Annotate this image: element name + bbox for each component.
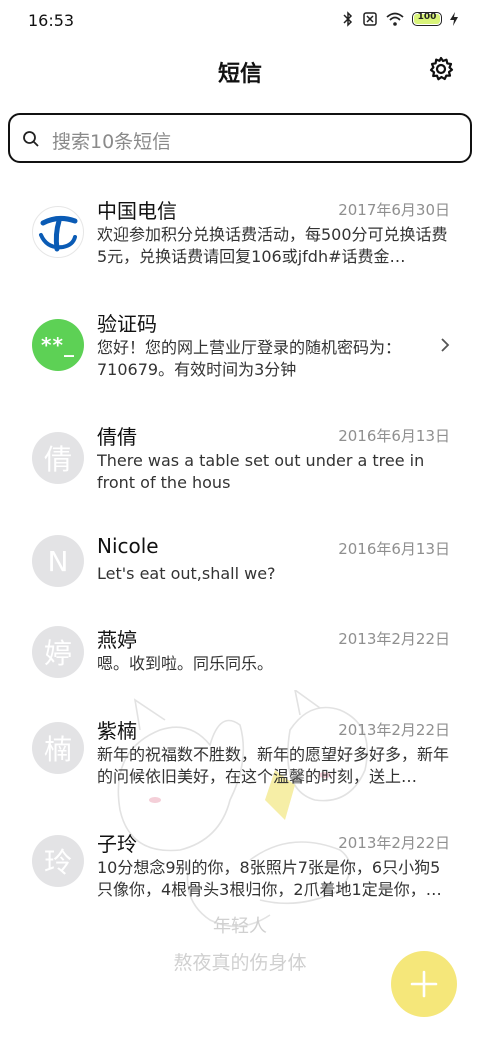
charging-icon [450, 12, 458, 26]
message-preview: 10分想念9别的你，8张照片7张是你，6只小狗5只像你，4根骨头3根归你，2爪着… [97, 858, 442, 899]
list-item[interactable]: N Nicole 2016年6月13日 Let's eat out,shall … [0, 517, 480, 603]
status-icons: 100 [342, 11, 458, 27]
avatar-verification: **_ [32, 319, 84, 371]
new-message-button[interactable] [391, 951, 457, 1017]
message-preview: 新年的祝福数不胜数，新年的愿望好多好多，新年的问候依旧美好，在这个温馨的时刻，送… [97, 745, 449, 786]
avatar: 玲 [32, 835, 84, 887]
china-telecom-logo [39, 215, 78, 252]
page-title: 短信 [217, 62, 262, 87]
search-input[interactable]: 搜索10条短信 [8, 113, 472, 163]
message-preview: There was a table set out under a tree i… [97, 451, 425, 492]
message-date: 2017年6月30日 [338, 201, 450, 219]
message-preview: 您好！您的网上营业厅登录的随机密码为：710679。有效时间为3分钟 [97, 338, 402, 379]
avatar-china-telecom [32, 206, 84, 258]
message-preview: Let's eat out,shall we? [97, 564, 276, 583]
battery-icon: 100 [412, 12, 442, 26]
message-date: 2013年2月22日 [338, 721, 450, 739]
battery-level: 100 [417, 12, 437, 22]
list-item[interactable]: **_ 验证码 您好！您的网上营业厅登录的随机密码为：710679。有效时间为3… [0, 291, 480, 397]
status-bar: 16:53 100 [0, 0, 480, 42]
status-time: 16:53 [28, 11, 75, 30]
bluetooth-icon [343, 11, 353, 27]
message-date: 2013年2月22日 [338, 630, 450, 648]
gear-icon[interactable] [428, 56, 454, 82]
search-icon [23, 131, 39, 147]
avatar: 婷 [32, 626, 84, 678]
message-date: 2016年6月13日 [338, 540, 450, 558]
message-preview: 嗯。收到啦。同乐同乐。 [97, 654, 274, 673]
chevron-right-icon[interactable] [438, 338, 452, 352]
list-item[interactable]: 倩 倩倩 2016年6月13日 There was a table set ou… [0, 404, 480, 510]
watermark-line-1: 年轻人 [213, 916, 267, 937]
list-item[interactable]: 中国电信 2017年6月30日 欢迎参加积分兑换话费活动，每500分可兑换话费5… [0, 178, 480, 284]
contact-name: 子玲 [97, 832, 137, 856]
plus-icon [410, 970, 438, 998]
avatar: N [32, 535, 84, 587]
message-date: 2016年6月13日 [338, 427, 450, 445]
list-item[interactable]: 楠 紫楠 2013年2月22日 新年的祝福数不胜数，新年的愿望好多好多，新年的问… [0, 699, 480, 805]
list-item[interactable]: 婷 燕婷 2013年2月22日 嗯。收到啦。同乐同乐。 [0, 608, 480, 694]
contact-name: Nicole [97, 534, 159, 558]
contact-name: 倩倩 [97, 425, 137, 449]
contact-name: 验证码 [97, 312, 157, 336]
header: 短信 [0, 42, 480, 98]
list-item[interactable]: 玲 子玲 2013年2月22日 10分想念9别的你，8张照片7张是你，6只小狗5… [0, 812, 480, 918]
avatar: 倩 [32, 432, 84, 484]
sim-off-icon [363, 12, 377, 26]
contact-name: 中国电信 [97, 199, 177, 223]
message-date: 2013年2月22日 [338, 834, 450, 852]
contact-name: 紫楠 [97, 719, 137, 743]
contact-name: 燕婷 [97, 628, 137, 652]
wifi-icon [386, 12, 404, 26]
search-placeholder: 搜索10条短信 [52, 131, 172, 153]
message-preview: 欢迎参加积分兑换话费活动，每500分可兑换话费5元，兑换话费请回复106或jfd… [97, 225, 448, 266]
avatar: 楠 [32, 722, 84, 774]
